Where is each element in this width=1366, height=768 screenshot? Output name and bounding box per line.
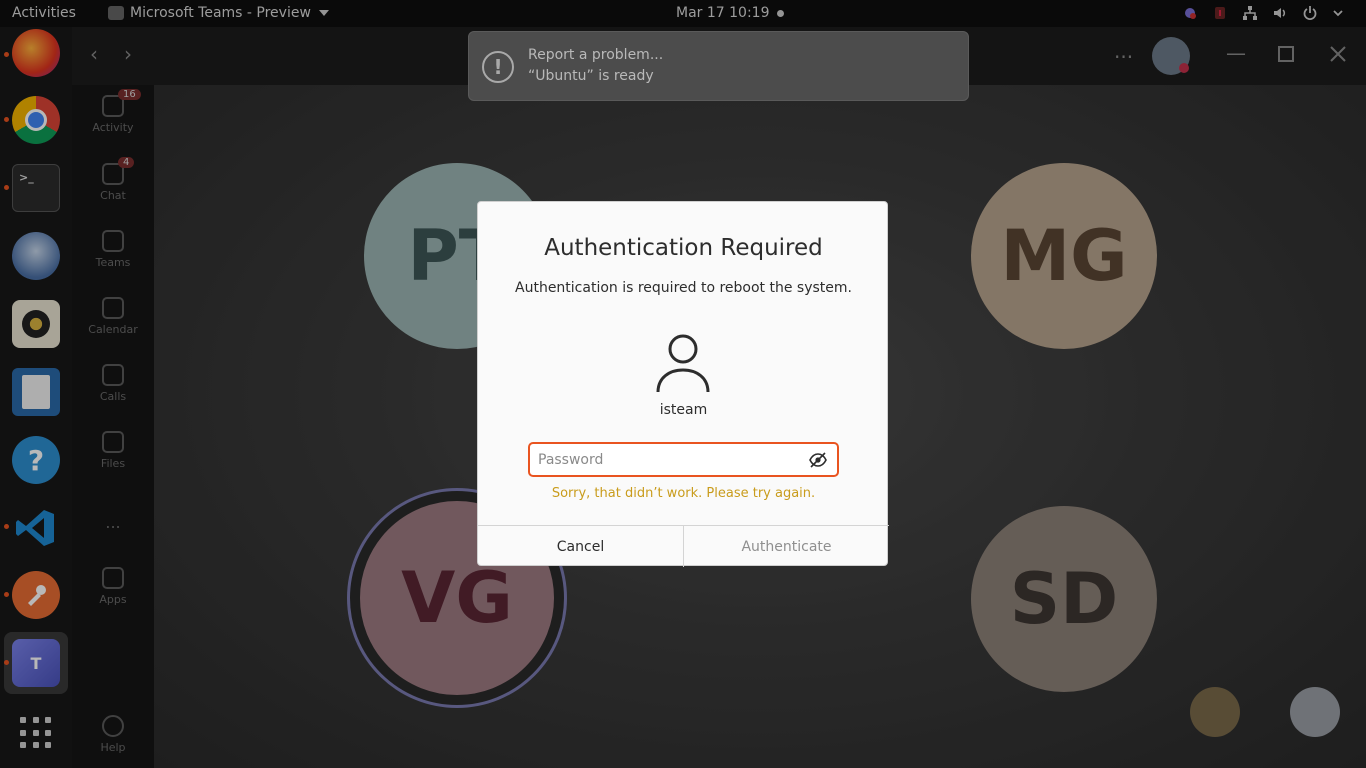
rail-item-apps[interactable]: Apps	[72, 567, 154, 606]
authentication-dialog: Authentication Required Authentication i…	[477, 201, 889, 567]
error-message: Sorry, that didn’t work. Please try agai…	[551, 486, 816, 501]
user-icon	[654, 332, 712, 394]
running-indicator	[4, 117, 9, 122]
participant-tile: SD	[971, 506, 1157, 692]
cancel-button[interactable]: Cancel	[478, 526, 684, 567]
teams-icon[interactable]: T	[12, 639, 60, 687]
rail-item-activity[interactable]: Activity 16	[72, 89, 154, 134]
notification-title: Report a problem...	[528, 47, 664, 63]
warning-icon: !	[482, 51, 514, 83]
clock[interactable]: Mar 17 10:19	[676, 5, 769, 21]
rhythmbox-icon[interactable]	[12, 300, 60, 348]
more-options-icon[interactable]: ...	[1114, 39, 1133, 63]
chat-count-badge: 4	[118, 157, 135, 168]
running-indicator	[4, 660, 9, 665]
volume-icon[interactable]	[1272, 5, 1288, 21]
authenticate-button[interactable]: Authenticate	[684, 526, 889, 567]
rail-item-chat[interactable]: Chat 4	[72, 157, 154, 202]
teams-app-icon	[108, 6, 124, 20]
rail-item-more[interactable]: ...	[72, 513, 154, 532]
notification-banner[interactable]: ! Report a problem... “Ubuntu” is ready	[468, 31, 969, 101]
teams-rail: Activity 16 Chat 4 Teams Calendar Calls Fi…	[72, 85, 154, 768]
dock: >_ ? T	[0, 27, 72, 768]
running-indicator	[4, 592, 9, 597]
password-field[interactable]	[528, 442, 839, 477]
chrome-icon[interactable]	[12, 96, 60, 144]
app-menu-label: Microsoft Teams - Preview	[130, 5, 311, 21]
system-tray	[1182, 5, 1348, 21]
chevron-down-icon[interactable]	[1332, 5, 1348, 21]
dialog-message: Authentication is required to reboot the…	[515, 280, 852, 296]
postman-icon[interactable]	[12, 571, 60, 619]
app-menu[interactable]: Microsoft Teams - Preview	[108, 5, 329, 21]
activities-button[interactable]: Activities	[12, 5, 76, 21]
libreoffice-writer-icon[interactable]	[12, 368, 60, 416]
show-apps-icon[interactable]	[20, 717, 52, 749]
status-badge	[1179, 63, 1189, 73]
desktop: Activities Microsoft Teams - Preview Mar…	[0, 0, 1366, 768]
running-indicator	[4, 524, 9, 529]
chevron-down-icon	[318, 10, 329, 16]
vscode-icon[interactable]	[12, 504, 60, 552]
participant-tile: MG	[971, 163, 1157, 349]
dialog-title: Authentication Required	[544, 235, 823, 261]
rail-item-files[interactable]: Files	[72, 431, 154, 470]
terminal-icon[interactable]: >_	[12, 164, 60, 212]
firefox-icon[interactable]	[12, 29, 60, 77]
dialog-button-row: Cancel Authenticate	[478, 525, 889, 567]
reveal-password-icon[interactable]	[809, 451, 827, 469]
avatar	[1190, 687, 1240, 737]
back-icon[interactable]: ‹	[90, 42, 98, 66]
forward-icon[interactable]: ›	[124, 42, 132, 66]
activity-count-badge: 16	[118, 89, 141, 100]
close-icon[interactable]	[1330, 43, 1346, 67]
top-bar: Activities Microsoft Teams - Preview Mar…	[0, 0, 1366, 27]
avatar	[1290, 687, 1340, 737]
notification-dot-icon	[777, 10, 784, 17]
rail-item-calendar[interactable]: Calendar	[72, 297, 154, 336]
help-icon[interactable]: ?	[12, 436, 60, 484]
rail-item-help[interactable]: Help	[72, 715, 154, 754]
running-indicator	[4, 52, 9, 57]
username-label: isteam	[659, 402, 708, 418]
password-input[interactable]	[538, 450, 798, 470]
indicator-tray-icon[interactable]	[1212, 5, 1228, 21]
teams-tray-icon[interactable]	[1182, 5, 1198, 21]
minimize-icon[interactable]: —	[1226, 41, 1246, 65]
running-indicator	[4, 185, 9, 190]
notification-body: “Ubuntu” is ready	[528, 68, 654, 84]
thunderbird-icon[interactable]	[12, 232, 60, 280]
network-icon[interactable]	[1242, 5, 1258, 21]
maximize-icon[interactable]	[1278, 43, 1294, 67]
rail-item-teams[interactable]: Teams	[72, 230, 154, 269]
rail-item-calls[interactable]: Calls	[72, 364, 154, 403]
power-icon[interactable]	[1302, 5, 1318, 21]
